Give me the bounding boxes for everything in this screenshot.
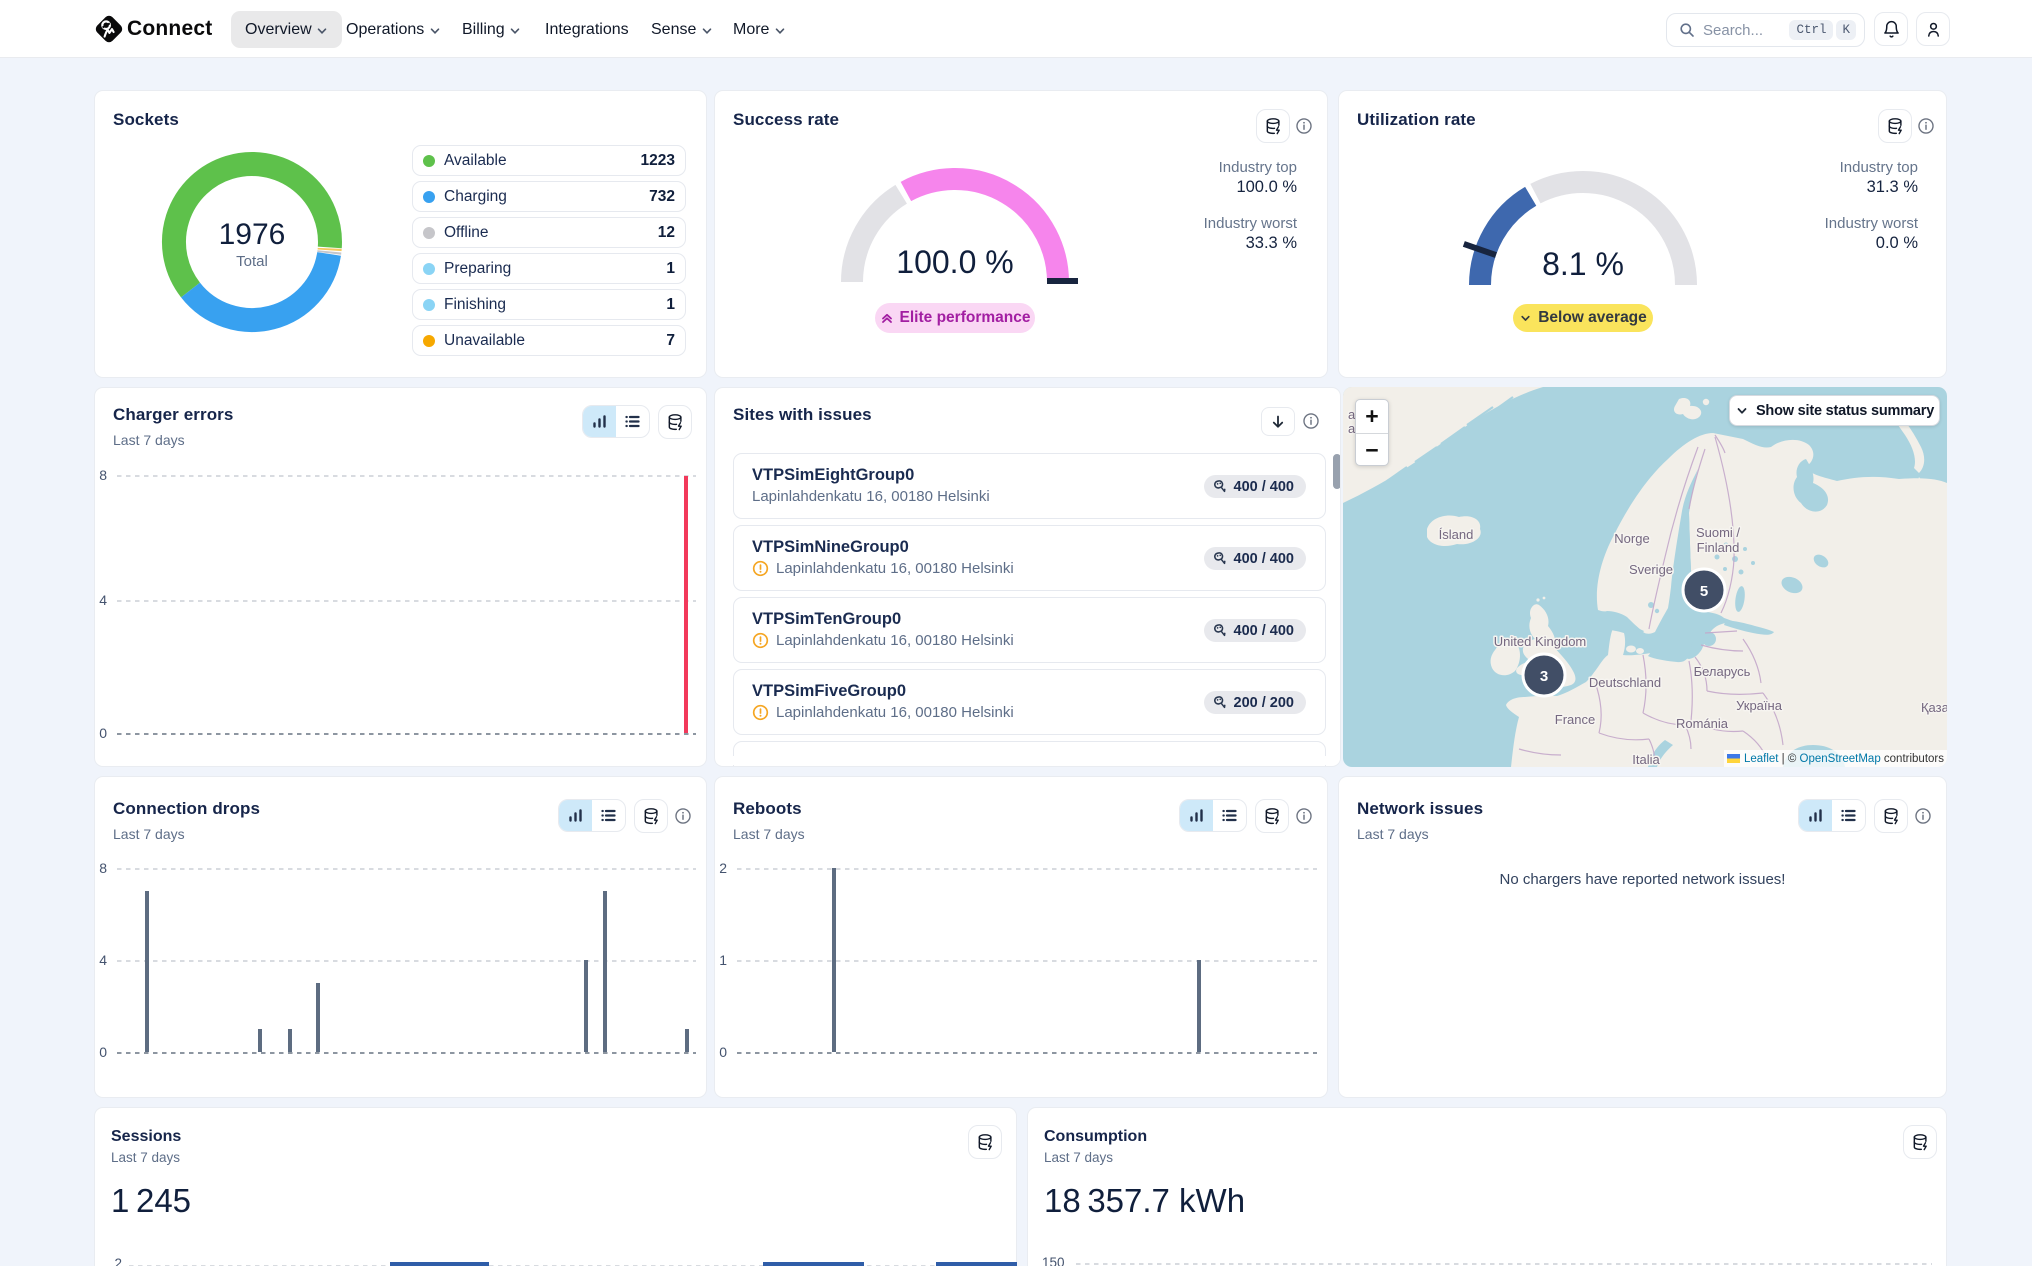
svg-text:3: 3 xyxy=(1540,668,1548,685)
svg-text:France: France xyxy=(1555,712,1595,727)
svg-text:Industry top: Industry top xyxy=(1219,159,1297,176)
svg-text:Україна: Україна xyxy=(1736,698,1783,713)
svg-text:Finland: Finland xyxy=(1697,540,1740,555)
svg-text:100.0 %: 100.0 % xyxy=(1236,178,1297,196)
svg-text:Industry worst: Industry worst xyxy=(1825,215,1919,232)
svg-text:1976: 1976 xyxy=(219,218,286,251)
svg-text:Norge: Norge xyxy=(1614,531,1649,546)
svg-text:100.0 %: 100.0 % xyxy=(896,244,1013,280)
svg-text:31.3 %: 31.3 % xyxy=(1867,178,1919,196)
svg-text:Ísland: Ísland xyxy=(1439,527,1474,542)
svg-text:0.0 %: 0.0 % xyxy=(1876,234,1919,252)
svg-text:Industry top: Industry top xyxy=(1840,159,1918,176)
svg-text:Total: Total xyxy=(236,253,268,270)
svg-text:5: 5 xyxy=(1700,583,1708,600)
svg-text:33.3 %: 33.3 % xyxy=(1246,234,1298,252)
svg-text:Deutschland: Deutschland xyxy=(1589,675,1661,690)
svg-text:8.1 %: 8.1 % xyxy=(1542,246,1624,282)
svg-text:Sverige: Sverige xyxy=(1629,562,1673,577)
svg-text:Беларусь: Беларусь xyxy=(1694,664,1751,679)
svg-text:United Kingdom: United Kingdom xyxy=(1494,634,1587,649)
svg-text:Italia: Italia xyxy=(1632,752,1660,767)
svg-text:Suomi /: Suomi / xyxy=(1696,525,1740,540)
svg-text:Románia: Románia xyxy=(1676,716,1729,731)
svg-text:Industry worst: Industry worst xyxy=(1204,215,1298,232)
svg-text:Қазақс: Қазақс xyxy=(1921,700,1947,715)
